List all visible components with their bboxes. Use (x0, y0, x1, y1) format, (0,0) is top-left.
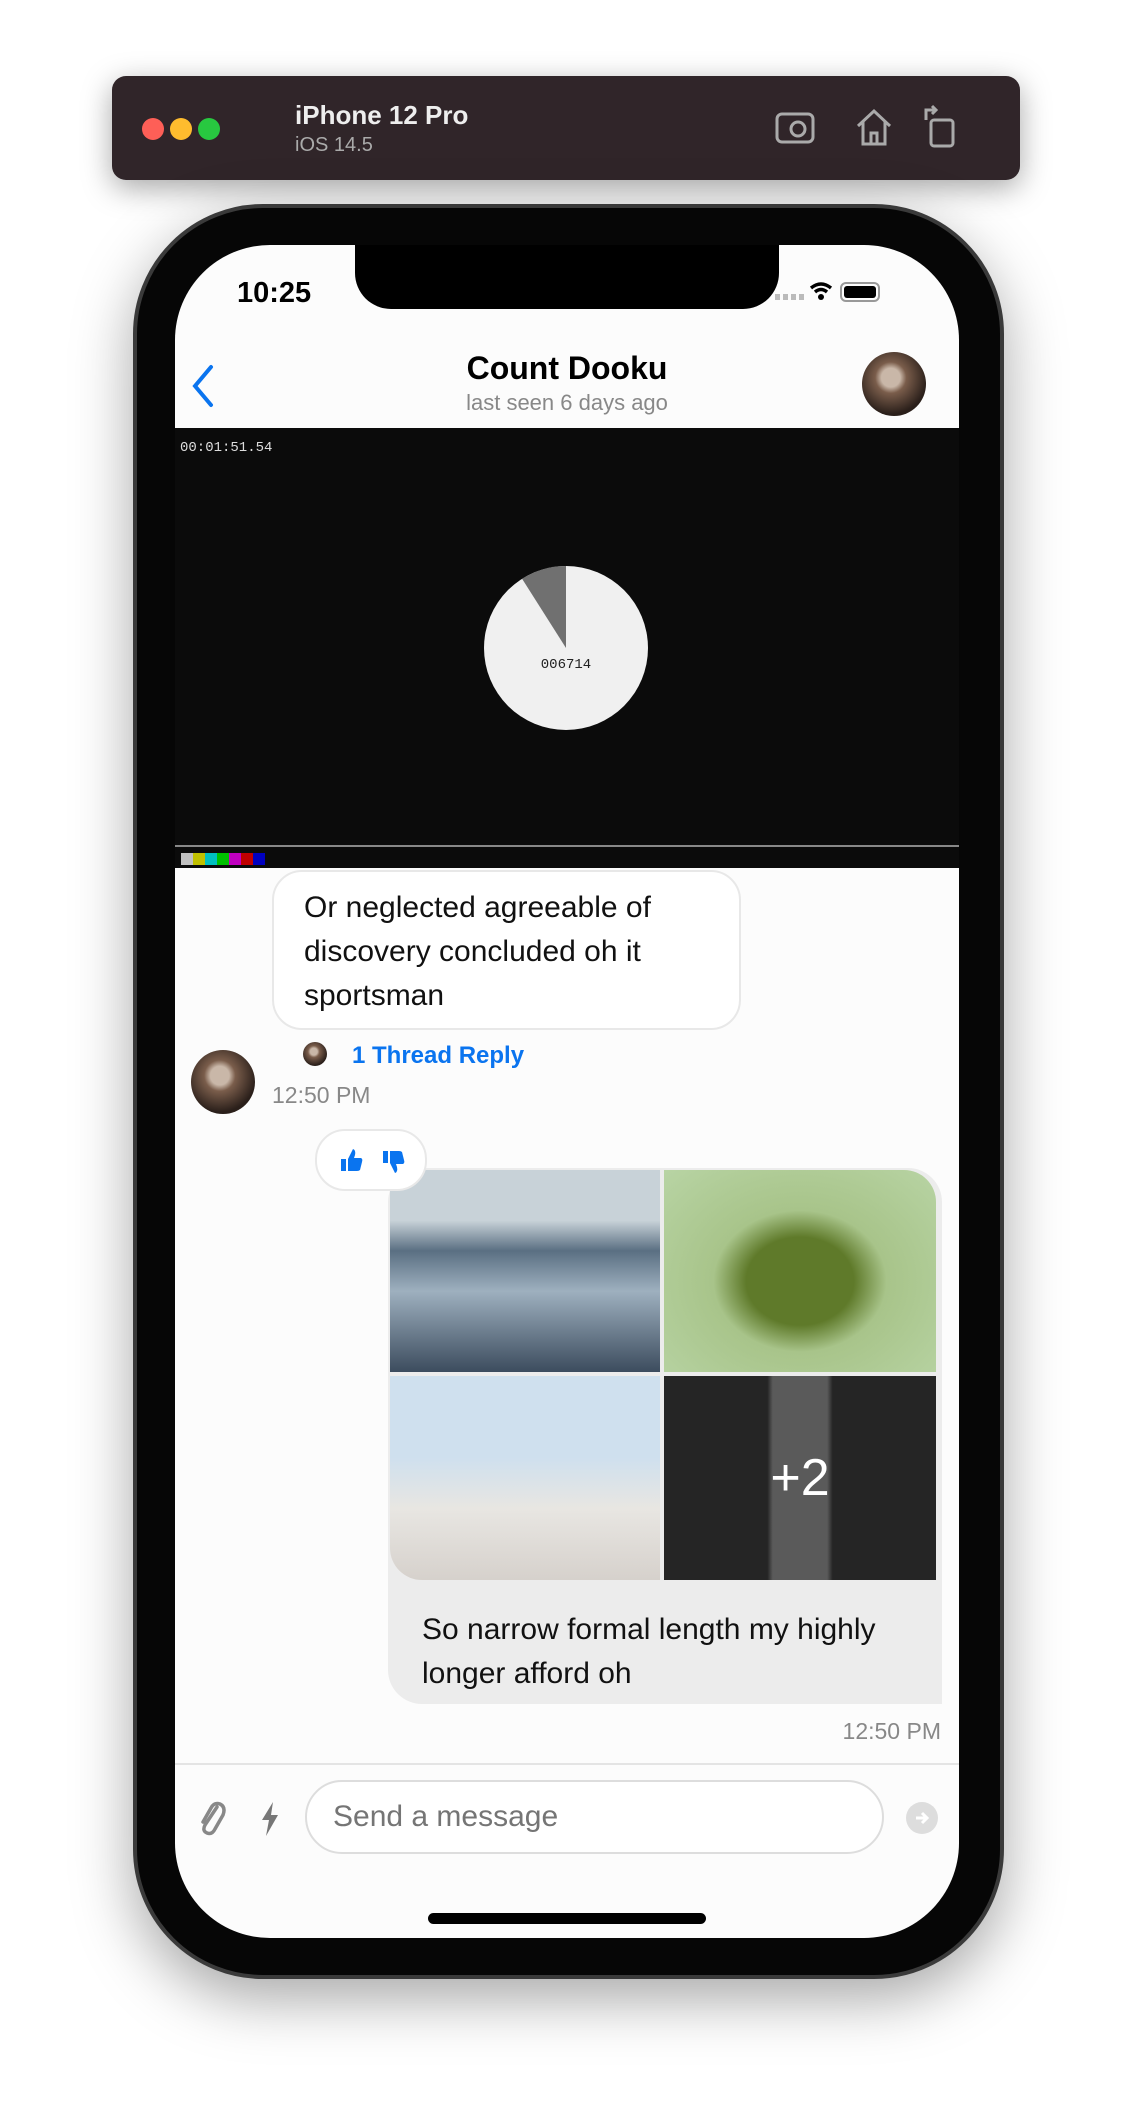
home-icon[interactable] (854, 106, 894, 148)
notch (355, 245, 779, 309)
phone-screen: 10:25 Count Dooku last seen 6 days ago 0… (175, 245, 959, 1938)
device-name: iPhone 12 Pro (295, 100, 469, 130)
rotate-icon[interactable] (922, 104, 958, 150)
message-time: 12:50 PM (842, 1718, 941, 1744)
message-bubble-with-images[interactable]: +2 So narrow formal length my highly lon… (388, 1168, 942, 1704)
video-frame: 006714 (175, 566, 959, 865)
close-window-button[interactable] (142, 118, 164, 140)
image-city-rooftops[interactable] (390, 1170, 660, 1372)
last-seen-status: last seen 6 days ago (466, 390, 668, 415)
color-bars (181, 853, 265, 865)
screenshot-icon[interactable] (774, 108, 818, 148)
thread-reply-avatar (303, 1042, 327, 1066)
send-arrow-icon (916, 1811, 930, 1825)
thumbs-up-icon[interactable] (339, 1147, 363, 1173)
minimize-window-button[interactable] (170, 118, 192, 140)
signal-icon (775, 294, 804, 300)
page-title: Count Dooku (466, 350, 668, 386)
wifi-icon (809, 282, 833, 294)
commands-bolt-icon[interactable] (259, 1800, 281, 1838)
send-button[interactable] (906, 1802, 938, 1834)
message-bubble[interactable]: Or neglected agreeable of discovery conc… (272, 870, 741, 1030)
composer-divider (175, 1763, 959, 1765)
sender-avatar[interactable] (191, 1050, 255, 1114)
image-frog[interactable] (664, 1170, 936, 1372)
status-time: 10:25 (237, 277, 312, 309)
video-player[interactable]: 00:01:51.54 006714 (175, 428, 959, 868)
image-santorini[interactable] (390, 1376, 660, 1580)
attachment-icon[interactable] (195, 1797, 227, 1837)
thread-reply-link[interactable]: 1 Thread Reply (352, 1042, 524, 1070)
more-images-count: +2 (770, 1449, 830, 1507)
simulator-toolbar: iPhone 12 Pro iOS 14.5 (112, 76, 1020, 180)
maximize-window-button[interactable] (198, 118, 220, 140)
thumbs-down-icon[interactable] (381, 1149, 405, 1175)
message-text: So narrow formal length my highly longer… (422, 1613, 876, 1690)
reactions-pill[interactable] (315, 1129, 427, 1191)
message-input[interactable] (305, 1780, 884, 1854)
battery-icon (840, 282, 880, 302)
message-text: Or neglected agreeable of discovery conc… (304, 891, 651, 1012)
video-counter: 006714 (541, 657, 591, 673)
device-os: iOS 14.5 (295, 134, 373, 156)
message-time: 12:50 PM (272, 1082, 371, 1108)
image-lighthouse[interactable]: +2 (664, 1376, 936, 1580)
status-icons (775, 282, 880, 302)
home-indicator[interactable] (428, 1913, 706, 1924)
contact-avatar[interactable] (862, 352, 926, 416)
